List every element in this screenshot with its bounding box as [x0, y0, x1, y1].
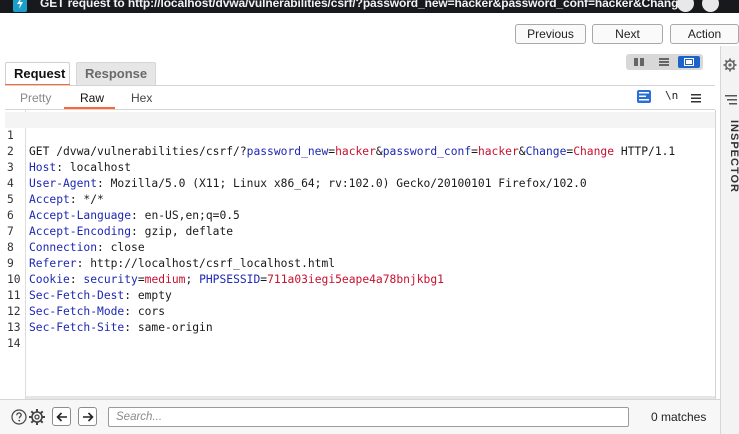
editor-line: 8 Referer: http://localhost/csrf_localho…: [5, 224, 715, 270]
inspector-label[interactable]: INSPECTOR: [728, 120, 739, 193]
match-count: 0 matches: [651, 410, 707, 424]
arrow-right-icon: [83, 412, 94, 422]
search-settings-button[interactable]: [28, 408, 46, 431]
previous-button[interactable]: Previous: [515, 24, 586, 44]
next-match-button[interactable]: [78, 407, 97, 426]
editor-line: 4 Accept: */*: [5, 160, 715, 206]
line-number: 14: [7, 337, 21, 350]
subtab-raw[interactable]: Raw: [80, 91, 104, 105]
columns-icon: [634, 58, 644, 66]
editor-line: 7 Connection: close: [5, 208, 715, 254]
editor-line: 3 User-Agent: Mozilla/5.0 (X11; Linux x8…: [5, 144, 715, 190]
close-button[interactable]: [702, 0, 719, 12]
show-newlines-button[interactable]: \n: [665, 89, 678, 102]
editor-line: 11 Sec-Fetch-Mode: cors: [5, 272, 715, 318]
editor-line: 14: [5, 320, 715, 350]
window-title: GET request to http://localhost/dvwa/vul…: [40, 0, 685, 10]
editor-line: 6 Accept-Encoding: gzip, deflate: [5, 192, 715, 238]
action-button[interactable]: Action: [670, 24, 739, 44]
editor-line: 13: [5, 304, 715, 334]
layout-stacked-button[interactable]: [653, 56, 675, 68]
editor-line: 1 GET /dvwa/vulnerabilities/csrf/?passwo…: [5, 112, 715, 158]
gear-icon: [29, 409, 45, 425]
previous-match-button[interactable]: [52, 407, 71, 426]
next-button[interactable]: Next: [592, 24, 663, 44]
subtab-hex[interactable]: Hex: [131, 91, 152, 105]
editor-line: 2 Host: localhost: [5, 128, 715, 174]
help-icon: [11, 409, 27, 425]
subtab-pretty[interactable]: Pretty: [20, 91, 51, 105]
editor-line: 9 Cookie: security=medium; PHPSESSID=711…: [5, 240, 715, 286]
hamburger-menu-icon: [691, 94, 701, 103]
panel-divider: [5, 85, 715, 86]
render-nonprintable-button[interactable]: [637, 90, 651, 103]
search-input[interactable]: Search...: [108, 407, 629, 427]
wrap-lines-icon: [639, 92, 649, 101]
minimize-button[interactable]: [677, 0, 694, 12]
list-icon: [725, 95, 737, 105]
single-pane-icon: [684, 58, 694, 66]
editor-line: 10 Sec-Fetch-Dest: empty: [5, 256, 715, 302]
tab-request[interactable]: Request: [5, 62, 70, 85]
layout-tabs-button[interactable]: [678, 56, 700, 68]
editor-menu-button[interactable]: [691, 90, 701, 108]
burp-app-icon: [13, 0, 27, 12]
rows-icon: [659, 58, 669, 66]
inspector-layout-button[interactable]: [725, 92, 737, 110]
help-button[interactable]: [11, 409, 27, 430]
editor-line: 12 Sec-Fetch-Site: same-origin: [5, 288, 715, 334]
window-titlebar: GET request to http://localhost/dvwa/vul…: [0, 0, 739, 13]
arrow-left-icon: [56, 412, 67, 422]
layout-side-by-side-button[interactable]: [628, 56, 650, 68]
inspector-settings-button[interactable]: [723, 58, 737, 77]
editor-line: 5 Accept-Language: en-US,en;q=0.5: [5, 176, 715, 222]
layout-toggle-group: [626, 54, 703, 70]
tab-response[interactable]: Response: [76, 62, 156, 85]
editor-right-border: [715, 110, 716, 399]
request-editor[interactable]: 1 GET /dvwa/vulnerabilities/csrf/?passwo…: [5, 110, 715, 399]
gear-icon: [723, 58, 737, 72]
